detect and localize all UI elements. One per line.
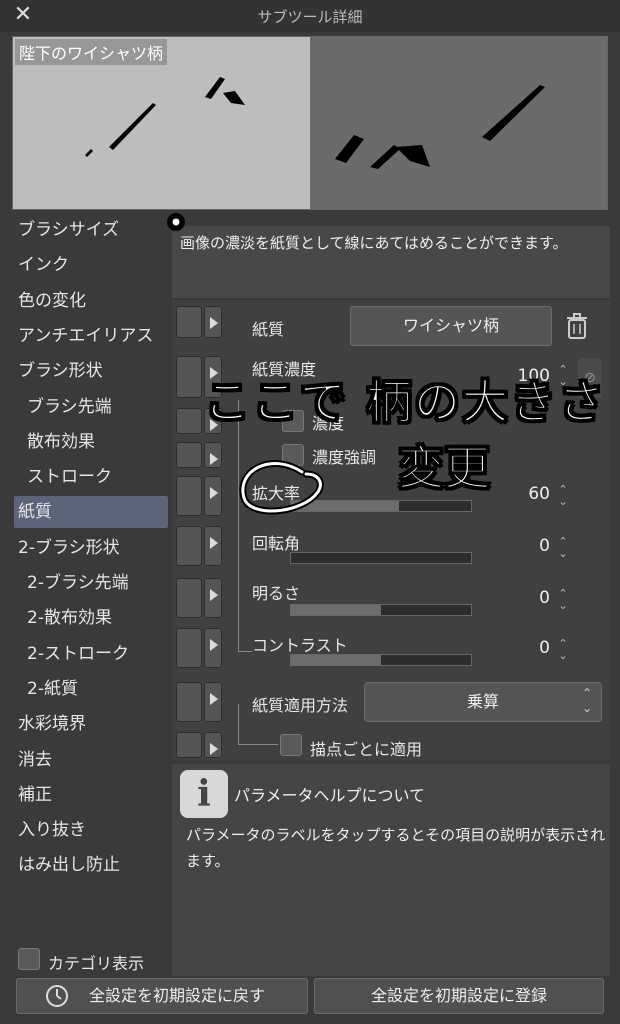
register-defaults-button[interactable]: 全設定を初期設定に登録 xyxy=(314,978,604,1014)
slider-scale[interactable] xyxy=(290,500,472,512)
expand-arrow-density[interactable] xyxy=(204,356,222,398)
lock-toggle-contrast[interactable] xyxy=(176,628,202,668)
expand-arrow-contrast[interactable] xyxy=(204,628,222,668)
category-item[interactable]: はみ出し防止 xyxy=(14,849,168,881)
expand-arrow-brightness[interactable] xyxy=(204,578,222,618)
per-dot-checkbox[interactable] xyxy=(280,734,302,756)
density-emphasis-checkbox[interactable] xyxy=(282,444,304,466)
expand-arrow-blend[interactable] xyxy=(204,682,222,722)
slider-fill xyxy=(291,655,381,665)
slider-fill xyxy=(291,501,399,511)
category-item[interactable]: 散布効果 xyxy=(14,426,168,458)
value-density[interactable]: 100 xyxy=(490,366,550,386)
category-item[interactable]: 2-紙質 xyxy=(14,673,168,705)
category-item[interactable]: 消去 xyxy=(14,744,168,776)
spinner-density[interactable]: ⌃ ⌄ xyxy=(554,364,572,390)
expand-arrow-per-dot[interactable] xyxy=(204,732,222,758)
category-toggle-checkbox[interactable] xyxy=(18,948,40,970)
label-texture[interactable]: 紙質 xyxy=(252,316,284,340)
category-toggle-label[interactable]: カテゴリ表示 xyxy=(48,950,144,974)
label-density-check[interactable]: 濃度 xyxy=(312,410,344,434)
blend-method-select[interactable]: 乗算 xyxy=(364,682,602,722)
category-item[interactable]: 紙質 xyxy=(14,496,168,529)
tree-line xyxy=(238,400,239,652)
reset-icon xyxy=(46,985,68,1007)
category-item[interactable]: 2-散布効果 xyxy=(14,602,168,634)
label-contrast[interactable]: コントラスト xyxy=(252,632,348,656)
spinner-contrast[interactable]: ⌃ ⌄ xyxy=(554,638,572,664)
info-icon: i xyxy=(180,770,228,818)
expand-arrow-scale[interactable] xyxy=(204,476,222,516)
expand-arrow-density-emphasis[interactable] xyxy=(204,442,222,468)
spinner-brightness[interactable]: ⌃ ⌄ xyxy=(554,588,572,614)
spinner-rotation[interactable]: ⌃ ⌄ xyxy=(554,536,572,562)
category-item[interactable]: 2-ブラシ先端 xyxy=(14,567,168,599)
lock-toggle-density-emphasis[interactable] xyxy=(176,442,202,468)
category-item[interactable]: ブラシ先端 xyxy=(14,391,168,423)
lock-toggle-per-dot[interactable] xyxy=(176,732,202,758)
value-scale[interactable]: 60 xyxy=(490,484,550,504)
preset-name: 陛下のワイシャツ柄 xyxy=(15,39,168,65)
category-item[interactable]: 入り抜き xyxy=(14,814,168,846)
tree-line xyxy=(238,744,278,745)
slider-rotation[interactable] xyxy=(290,552,472,564)
chevron-updown-icon: ⌃ ⌄ xyxy=(581,686,593,715)
expand-arrow-rotation[interactable] xyxy=(204,526,222,566)
label-rotation[interactable]: 回転角 xyxy=(252,530,300,554)
label-per-dot[interactable]: 描点ごとに適用 xyxy=(310,736,422,760)
lock-toggle-rotation[interactable] xyxy=(176,526,202,566)
expand-arrow-texture[interactable] xyxy=(204,306,222,338)
density-checkbox[interactable] xyxy=(282,410,304,432)
stroke-preview: 陛下のワイシャツ柄 xyxy=(12,36,608,210)
category-item[interactable]: ストローク xyxy=(14,461,168,493)
category-item[interactable]: 補正 xyxy=(14,779,168,811)
lock-toggle-brightness[interactable] xyxy=(176,578,202,618)
preview-strokes-dark xyxy=(335,85,545,169)
tree-line xyxy=(238,651,252,652)
preview-dark-pane xyxy=(310,37,607,209)
category-item[interactable]: 色の変化 xyxy=(14,285,168,317)
category-item[interactable]: ブラシサイズ xyxy=(14,214,168,246)
category-item[interactable]: 2-ストローク xyxy=(14,638,168,670)
lock-toggle-scale[interactable] xyxy=(176,476,202,516)
help-body: パラメータのラベルをタップするとその項目の説明が表示されます。 xyxy=(186,826,606,870)
category-item[interactable]: ブラシ形状 xyxy=(14,355,168,387)
value-rotation[interactable]: 0 xyxy=(490,536,550,556)
tree-line xyxy=(238,704,239,744)
reset-button-label: 全設定を初期設定に戻す xyxy=(88,986,265,1005)
value-brightness[interactable]: 0 xyxy=(490,588,550,608)
category-item[interactable]: 水彩境界 xyxy=(14,708,168,740)
lock-toggle-density-check[interactable] xyxy=(176,408,202,434)
category-item[interactable]: 2-ブラシ形状 xyxy=(14,532,168,564)
link-toggle-icon[interactable]: ⊘ xyxy=(578,358,602,398)
trash-icon[interactable] xyxy=(566,312,588,340)
label-density[interactable]: 紙質濃度 xyxy=(252,356,316,380)
help-title: パラメータヘルプについて xyxy=(234,786,426,805)
spinner-scale[interactable]: ⌃ ⌄ xyxy=(554,484,572,510)
lock-toggle-blend[interactable] xyxy=(176,682,202,722)
category-item[interactable]: インク xyxy=(14,249,168,281)
category-item[interactable]: アンチエイリアス xyxy=(14,320,168,352)
expand-arrow-density-check[interactable] xyxy=(204,408,222,434)
label-density-emphasis[interactable]: 濃度強調 xyxy=(312,444,376,468)
slider-contrast[interactable] xyxy=(290,654,472,666)
window-title: サブツール詳細 xyxy=(257,8,363,26)
category-description: 画像の濃淡を紙質として線にあてはめることができます。 xyxy=(172,226,610,298)
label-blend-method[interactable]: 紙質適用方法 xyxy=(252,692,348,716)
value-contrast[interactable]: 0 xyxy=(490,638,550,658)
lock-toggle-density[interactable] xyxy=(176,356,202,398)
label-brightness[interactable]: 明るさ xyxy=(252,580,300,604)
slider-fill xyxy=(291,605,381,615)
lock-toggle-texture[interactable] xyxy=(176,306,202,338)
texture-select-button[interactable]: ワイシャツ柄 xyxy=(350,306,552,346)
slider-brightness[interactable] xyxy=(290,604,472,616)
